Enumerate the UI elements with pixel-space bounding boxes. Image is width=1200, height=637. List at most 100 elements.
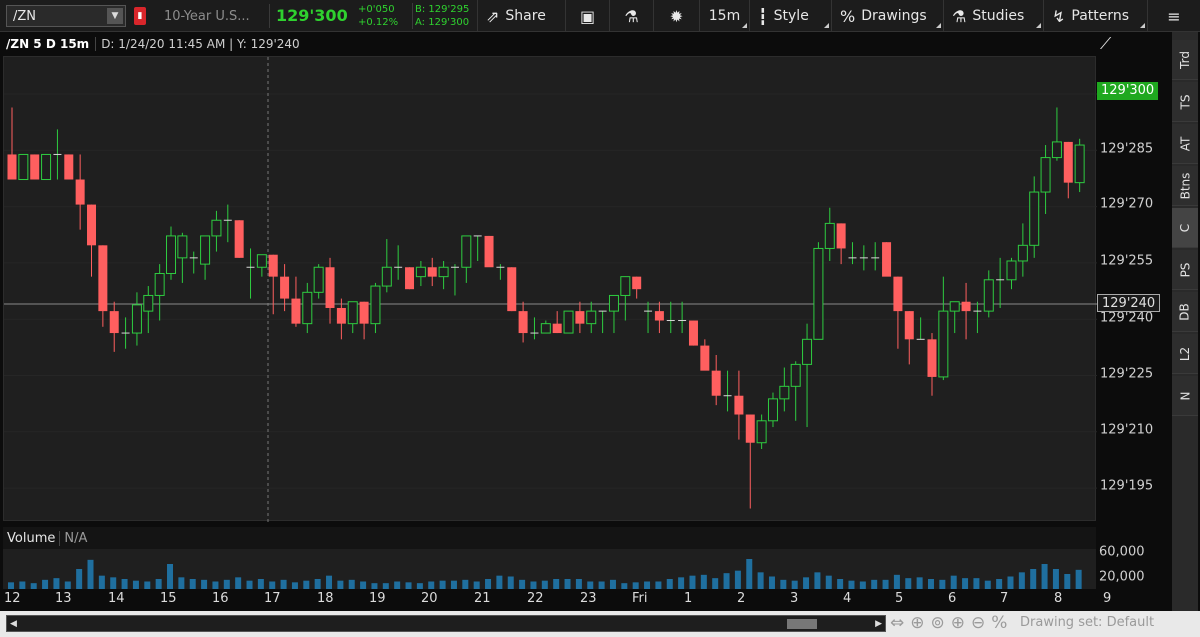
drawing-set-label[interactable]: Drawing set: Default <box>1020 615 1154 630</box>
volume-bar <box>416 583 423 589</box>
time-tick: 8 <box>1054 591 1063 606</box>
volume-bar <box>825 575 832 589</box>
candle-up <box>983 279 994 312</box>
side-tab-l2[interactable]: L2 <box>1172 334 1198 374</box>
volume-bar <box>291 582 298 589</box>
gear-icon: ✹ <box>669 6 684 26</box>
candle-up <box>302 291 313 325</box>
candle-up <box>1017 244 1028 262</box>
patterns-button[interactable]: ↯ Patterns <box>1043 0 1147 32</box>
volume-bar <box>530 581 537 589</box>
volume-bar <box>587 581 594 589</box>
volume-chart[interactable] <box>3 549 1096 589</box>
crosshair-price-label: 129'240 <box>1097 294 1161 312</box>
volume-bar <box>598 581 605 589</box>
price-tick: 129'225 <box>1100 366 1154 382</box>
share-icon: ⇗ <box>486 6 500 26</box>
side-tab-ts[interactable]: TS <box>1172 82 1198 122</box>
candle-up <box>438 266 449 278</box>
chevron-down-icon[interactable]: ▼ <box>107 8 123 24</box>
volume-bar <box>1064 574 1071 589</box>
volume-bar <box>110 577 117 589</box>
share-label: Share <box>505 8 546 24</box>
time-tick: 2 <box>737 591 746 606</box>
volume-bar <box>64 581 71 589</box>
hamburger-icon: ≡ <box>1167 6 1181 26</box>
volume-bar <box>939 579 946 589</box>
price-chart[interactable] <box>3 56 1097 522</box>
scroll-left-icon[interactable]: ◀ <box>10 619 17 629</box>
candle-down <box>427 267 437 277</box>
candle-up <box>200 235 211 265</box>
time-axis[interactable]: 12 13 14 15 16 17 18 19 20 21 22 23 Fri 1 2 3 4 5 6 7 8 9 <box>3 590 1111 610</box>
volume-bar <box>53 578 60 589</box>
zoom-in-icon[interactable]: ⊕ <box>951 613 965 633</box>
settings-button[interactable]: ✹ <box>653 0 699 32</box>
share-button[interactable]: ⇗ Share <box>477 0 565 32</box>
volume-title[interactable]: Volume <box>3 530 61 546</box>
net-change-pct: +0.12% <box>358 17 399 28</box>
volume-bar <box>269 581 276 589</box>
volume-bar <box>76 569 83 589</box>
volume-bar <box>803 577 810 589</box>
interval-button[interactable]: 15m <box>699 0 749 32</box>
volume-bar <box>814 572 821 589</box>
candle-down <box>30 154 40 180</box>
time-tick: 20 <box>421 591 438 606</box>
patterns-label: Patterns <box>1071 8 1130 24</box>
volume-bar <box>246 580 253 589</box>
time-tick: 4 <box>843 591 852 606</box>
drawing-tool-icon[interactable]: ⟋ <box>1100 34 1126 56</box>
crosshair-icon[interactable]: ⊕ <box>910 613 924 633</box>
volume-bar <box>462 579 469 589</box>
volume-bar <box>303 580 310 589</box>
side-tab-n[interactable]: N <box>1172 376 1198 416</box>
magnifier-icon[interactable]: ⊚ <box>931 613 945 633</box>
studies-button[interactable]: ⚗ Studies <box>943 0 1043 32</box>
crosshair-info: D: 1/24/20 11:45 AM | Y: 129'240 <box>101 37 300 51</box>
volume-tick: 20,000 <box>1099 569 1145 585</box>
volume-bar <box>155 579 162 589</box>
horizontal-scrollbar[interactable]: ◀ ▶ <box>6 615 886 632</box>
candle-down <box>632 276 642 290</box>
price-chart-svg[interactable] <box>4 57 1097 522</box>
side-tab-btns[interactable]: Btns <box>1172 166 1198 206</box>
price-tick: 129'195 <box>1100 478 1154 494</box>
time-tick: 19 <box>369 591 386 606</box>
side-tab-at[interactable]: AT <box>1172 124 1198 164</box>
alert-button[interactable]: ▣ <box>565 0 609 32</box>
volume-bar <box>700 574 707 589</box>
percent-icon: % <box>840 6 856 26</box>
symbol-input[interactable]: /ZN ▼ <box>6 5 126 27</box>
flag-icon[interactable]: ▮ <box>134 7 146 25</box>
menu-button[interactable]: ≡ <box>1147 0 1200 32</box>
side-tab-ps[interactable]: PS <box>1172 250 1198 290</box>
drawings-button[interactable]: % Drawings <box>831 0 943 32</box>
volume-bar <box>973 578 980 589</box>
main-toolbar: /ZN ▼ ▮ 10-Year U.S... 129'300 +0'050 +0… <box>0 0 1200 32</box>
price-axis[interactable]: 129'285 129'270 129'255 129'240 129'225 … <box>1096 56 1170 521</box>
lab-button[interactable]: ⚗ <box>609 0 653 32</box>
scroll-thumb[interactable] <box>787 619 817 629</box>
side-tab-db[interactable]: DB <box>1172 292 1198 332</box>
candle-down <box>291 298 301 324</box>
price-tick: 129'255 <box>1100 253 1154 269</box>
volume-bar <box>950 575 957 589</box>
volume-bar <box>235 577 242 589</box>
scroll-right-icon[interactable]: ▶ <box>875 619 882 629</box>
side-tab-c[interactable]: C <box>1172 208 1198 248</box>
volume-bar <box>496 575 503 589</box>
pan-icon[interactable]: ⇔ <box>890 613 904 633</box>
percent-icon[interactable]: % <box>991 613 1007 633</box>
zoom-out-icon[interactable]: ⊖ <box>971 613 985 633</box>
style-button[interactable]: ┇ Style <box>749 0 831 32</box>
candle-up <box>779 385 790 400</box>
side-tab-bar: Trd TS AT Btns C PS DB L2 N <box>1172 32 1198 612</box>
chart-header: /ZN 5 D 15m D: 1/24/20 11:45 AM | Y: 129… <box>3 33 300 55</box>
side-tab-trd[interactable]: Trd <box>1172 40 1198 80</box>
candle-down <box>280 276 290 299</box>
chart-symbol[interactable]: /ZN 5 D 15m <box>3 37 97 51</box>
volume-bar <box>791 580 798 589</box>
side-tab-label: N <box>1177 391 1192 400</box>
volume-bar <box>473 581 480 589</box>
